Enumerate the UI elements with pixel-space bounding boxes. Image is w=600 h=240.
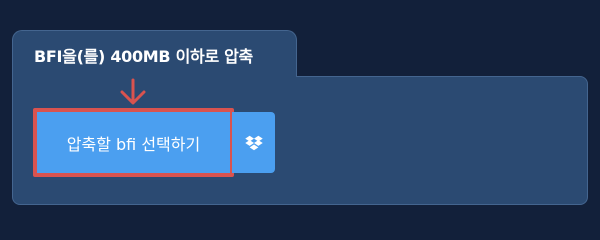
dropbox-icon — [244, 135, 263, 150]
select-bfi-button[interactable]: 압축할 bfi 선택하기 — [33, 108, 234, 177]
dropbox-button[interactable] — [232, 112, 275, 173]
arrow-down-icon — [120, 78, 146, 105]
panel-title: BFI을(를) 400MB 이하로 압축 — [34, 47, 253, 66]
select-bfi-button-label: 압축할 bfi 선택하기 — [66, 134, 201, 154]
